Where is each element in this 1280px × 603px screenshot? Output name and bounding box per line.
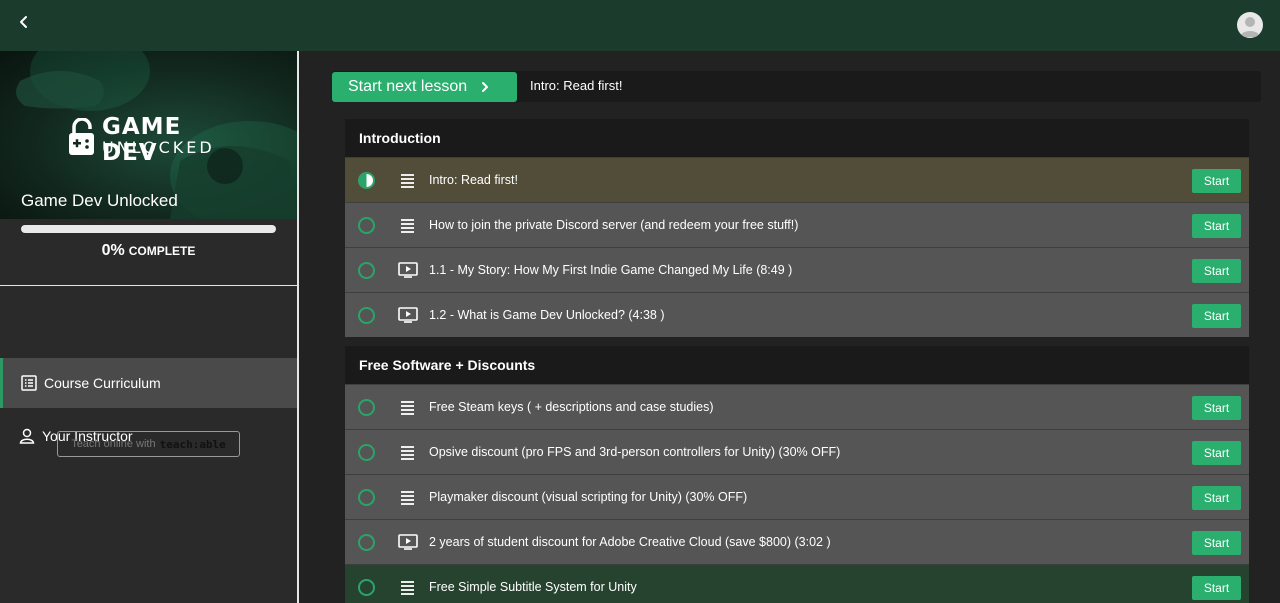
incomplete-status-icon — [358, 307, 375, 324]
lesson-row[interactable]: 1.2 - What is Game Dev Unlocked? (4:38 )… — [345, 292, 1249, 337]
padlock-gamepad-icon — [69, 118, 94, 155]
chevron-right-icon — [482, 82, 489, 92]
progress-label: COMPLETE — [128, 244, 196, 258]
game-dev-unlocked-logo: GAME DEV UNLOCKED — [68, 114, 238, 166]
sidebar-item-label: Course Curriculum — [44, 375, 161, 391]
incomplete-status-icon — [358, 534, 375, 551]
start-next-lesson-label: Start next lesson — [348, 78, 468, 95]
lesson-title: Intro: Read first! — [429, 173, 518, 187]
top-bar — [0, 0, 1280, 51]
progress-text: 0% COMPLETE — [0, 242, 297, 260]
incomplete-status-icon — [358, 399, 375, 416]
course-title: Game Dev Unlocked — [21, 191, 178, 210]
incomplete-status-icon — [358, 444, 375, 461]
lesson-row[interactable]: 2 years of student discount for Adobe Cr… — [345, 519, 1249, 564]
incomplete-status-icon — [358, 262, 375, 279]
logo-line2: UNLOCKED — [102, 138, 215, 157]
lesson-row[interactable]: Playmaker discount (visual scripting for… — [345, 474, 1249, 519]
curriculum-list-icon — [21, 375, 37, 391]
progress-percent: 0% — [101, 242, 125, 259]
lesson-title: How to join the private Discord server (… — [429, 218, 799, 232]
progress-bar — [21, 225, 276, 233]
lesson-start-button[interactable]: Start — [1192, 169, 1241, 193]
teachable-badge-link[interactable]: Teach online with teach:able — [57, 431, 240, 457]
teachable-text: Teach online with — [71, 438, 156, 450]
lesson-title: Playmaker discount (visual scripting for… — [429, 490, 748, 504]
lesson-row[interactable]: Free Simple Subtitle System for Unity Sta… — [345, 564, 1249, 603]
lesson-row[interactable]: Opsive discount (pro FPS and 3rd-person … — [345, 429, 1249, 474]
lesson-title: Free Steam keys ( + descriptions and cas… — [429, 400, 714, 414]
lesson-start-button[interactable]: Start — [1192, 576, 1241, 600]
lesson-title: 2 years of student discount for Adobe Cr… — [429, 535, 831, 549]
lesson-start-button[interactable]: Start — [1192, 396, 1241, 420]
back-arrow-icon[interactable] — [14, 12, 34, 32]
lesson-row[interactable]: 1.1 - My Story: How My First Indie Game … — [345, 247, 1249, 292]
next-lesson-name: Intro: Read first! — [530, 78, 623, 93]
sidebar-separator — [0, 285, 297, 286]
text-lines-icon — [398, 171, 418, 189]
text-lines-icon — [398, 578, 418, 596]
sidebar-item-course-curriculum[interactable]: Course Curriculum — [0, 358, 297, 408]
person-icon — [19, 428, 35, 444]
lesson-title: Free Simple Subtitle System for Unity — [429, 580, 637, 594]
user-avatar[interactable] — [1237, 12, 1263, 38]
lesson-row[interactable]: Free Steam keys ( + descriptions and cas… — [345, 384, 1249, 429]
video-play-icon — [398, 533, 418, 551]
lesson-title: 1.1 - My Story: How My First Indie Game … — [429, 263, 793, 277]
curriculum-section: Introduction Intro: Read first! Start How t… — [345, 119, 1249, 337]
in-progress-status-icon — [358, 172, 375, 189]
lesson-start-button[interactable]: Start — [1192, 441, 1241, 465]
lesson-row[interactable]: How to join the private Discord server (… — [345, 202, 1249, 247]
lesson-start-button[interactable]: Start — [1192, 531, 1241, 555]
section-title: Introduction — [345, 119, 1249, 157]
incomplete-status-icon — [358, 489, 375, 506]
video-play-icon — [398, 306, 418, 324]
lesson-row[interactable]: Intro: Read first! Start — [345, 157, 1249, 202]
text-lines-icon — [398, 216, 418, 234]
start-next-lesson-button[interactable]: Start next lesson — [332, 72, 517, 102]
lesson-start-button[interactable]: Start — [1192, 259, 1241, 283]
lesson-start-button[interactable]: Start — [1192, 214, 1241, 238]
lesson-start-button[interactable]: Start — [1192, 304, 1241, 328]
lesson-title: 1.2 - What is Game Dev Unlocked? (4:38 ) — [429, 308, 665, 322]
text-lines-icon — [398, 443, 418, 461]
section-title: Free Software + Discounts — [345, 346, 1249, 384]
lesson-title: Opsive discount (pro FPS and 3rd-person … — [429, 445, 841, 459]
curriculum-section: Free Software + Discounts Free Steam keys… — [345, 346, 1249, 603]
teachable-brand: teach:able — [159, 437, 226, 451]
lesson-start-button[interactable]: Start — [1192, 486, 1241, 510]
incomplete-status-icon — [358, 217, 375, 234]
incomplete-status-icon — [358, 579, 375, 596]
text-lines-icon — [398, 488, 418, 506]
video-play-icon — [398, 261, 418, 279]
course-sidebar: GAME DEV UNLOCKED — [0, 51, 297, 603]
text-lines-icon — [398, 398, 418, 416]
